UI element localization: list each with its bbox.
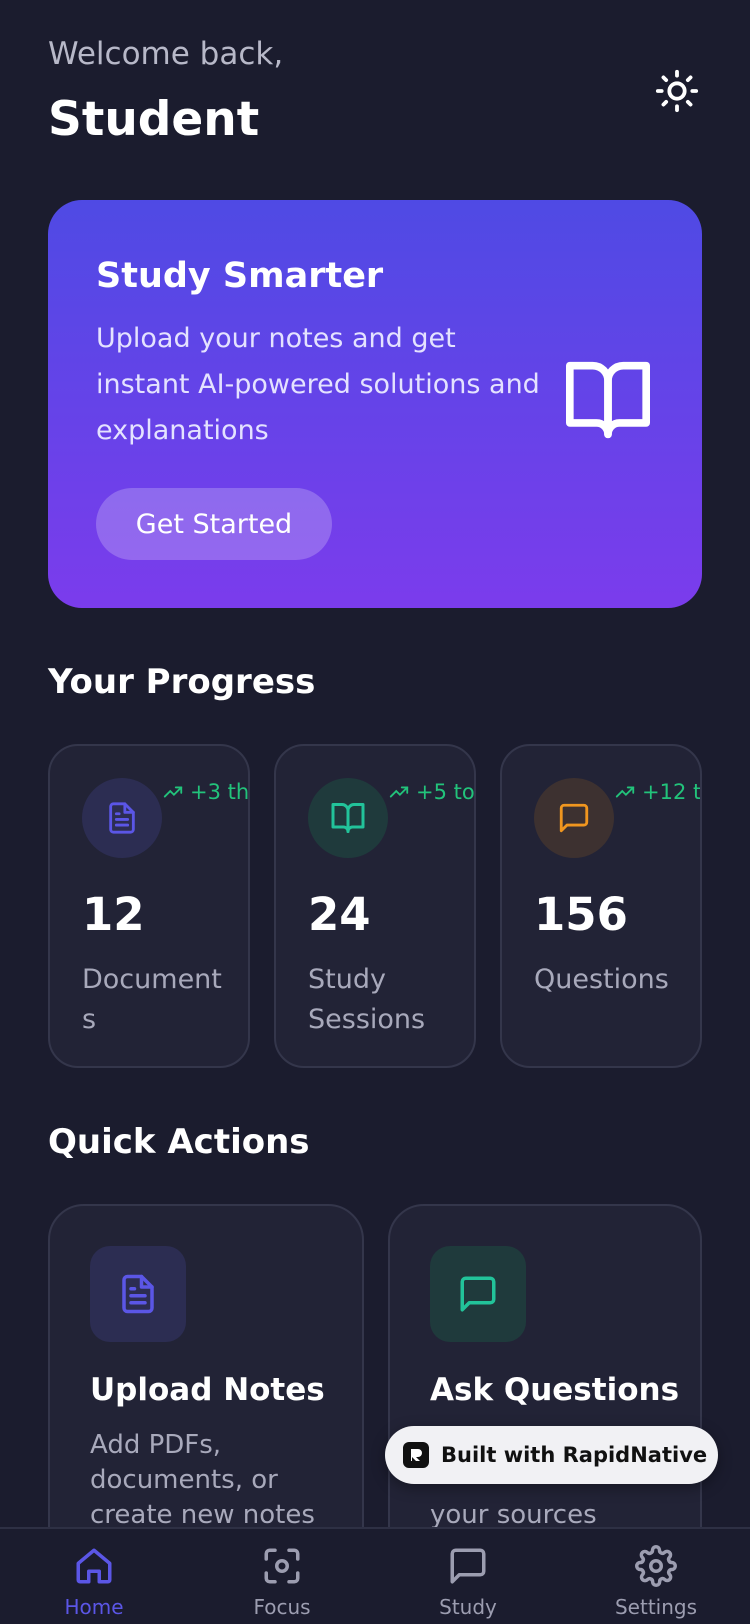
badge-label: Built with RapidNative [441,1443,708,1467]
tab-label: Home [64,1595,124,1619]
stat-trend: +5 toda [388,780,475,804]
stat-icon-container [308,778,388,858]
trending-up-icon [163,786,183,798]
book-open-icon [331,803,365,833]
progress-section-title: Your Progress [48,662,316,702]
message-square-icon [559,803,589,833]
tab-home[interactable]: Home [34,1545,154,1619]
theme-toggle-button[interactable] [652,66,702,116]
tab-label: Settings [614,1595,698,1619]
file-text-icon [109,802,135,834]
stat-card-questions[interactable]: +12 today 156 Questions [500,744,702,1068]
tab-label: Study [439,1595,497,1619]
stat-value: 24 [308,888,371,941]
stat-trend-text: +12 today [642,780,702,804]
stat-label: Questions [534,964,669,995]
stat-value: 12 [82,888,145,941]
tab-study[interactable]: Study [408,1545,528,1619]
sun-icon [655,69,699,113]
action-icon-container [90,1246,186,1342]
tab-label: Focus [253,1595,311,1619]
gear-icon [635,1545,677,1587]
stat-trend-text: +5 toda [416,780,475,804]
stat-card-documents[interactable]: +3 this 12 Documents [48,744,250,1068]
stat-icon-container [534,778,614,858]
get-started-button[interactable]: Get Started [96,488,332,560]
stat-label: Documents [82,964,222,1035]
tab-focus[interactable]: Focus [222,1545,342,1619]
hero-title: Study Smarter [96,256,384,296]
welcome-text: Welcome back, [48,36,284,72]
action-icon-container [430,1246,526,1342]
study-smarter-card: Study Smarter Upload your notes and get … [48,200,702,608]
trending-up-icon [615,786,635,798]
username-title: Student [48,92,260,147]
header: Welcome back, Student [48,36,702,156]
quick-actions-section-title: Quick Actions [48,1122,310,1162]
bottom-tab-bar: Home Focus Study Settings [0,1527,750,1624]
built-with-badge[interactable]: Built with RapidNative [385,1426,718,1484]
message-square-icon [460,1276,496,1312]
stat-label: Study Sessions [308,964,426,1035]
rapidnative-logo-icon [403,1442,429,1468]
trending-up-icon [389,786,409,798]
home-icon [76,1548,112,1584]
book-open-icon [565,361,650,439]
stat-trend: +12 today [614,780,702,804]
stat-card-study-sessions[interactable]: +5 toda 24 Study Sessions [274,744,476,1068]
message-square-icon [450,1548,486,1584]
action-title: Ask Questions [430,1372,680,1408]
stat-value: 156 [534,888,628,941]
hero-description: Upload your notes and get instant AI-pow… [96,323,540,446]
stat-trend: +3 this [162,780,250,804]
action-description: Add PDFs, documents, or create new notes [90,1430,315,1530]
file-text-icon [122,1274,154,1314]
tab-settings[interactable]: Settings [596,1545,716,1619]
action-title: Upload Notes [90,1372,325,1408]
focus-camera-icon [264,1548,300,1584]
stat-icon-container [82,778,162,858]
stat-trend-text: +3 this [190,780,250,804]
